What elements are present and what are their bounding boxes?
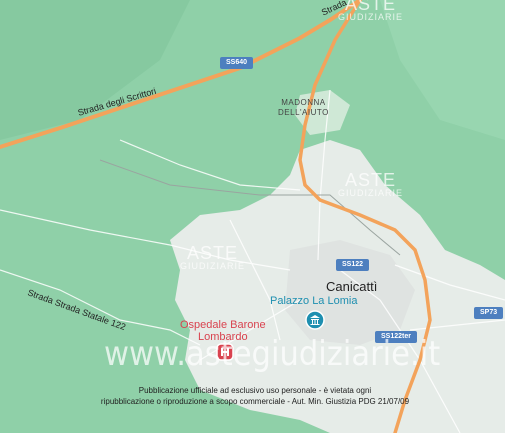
watermark-aste-top: ASTE GIUDIZIARIE [338, 0, 403, 22]
legal-notice-line2: ripubblicazione o riproduzione a scopo c… [100, 397, 410, 406]
watermark-aste-text: ASTE [345, 170, 397, 190]
place-label-madonna-line2: DELL'AIUTO [278, 108, 329, 117]
legal-notice-line1: Pubblicazione ufficiale ad esclusivo uso… [138, 386, 372, 395]
watermark-aste-left: ASTE GIUDIZIARIE [180, 243, 246, 271]
map-view[interactable]: Strada degli Scrittori Strada Strada Sta… [0, 0, 505, 433]
place-label-madonna: MADONNA DELL'AIUTO [278, 98, 329, 118]
watermark-giudiziarie-text: GIUDIZIARIE [338, 188, 404, 198]
route-shield-ss640: SS640 [220, 57, 254, 69]
poi-label-ospedale-line1: Ospedale Barone [180, 319, 266, 331]
place-label-madonna-line1: MADONNA [281, 98, 326, 107]
watermark-site-url: www.astegiudiziarie.it [104, 334, 441, 374]
watermark-giudiziarie-text: GIUDIZIARIE [180, 261, 246, 271]
poi-label-palazzo[interactable]: Palazzo La Lomia [270, 295, 357, 307]
route-shield-ss122: SS122 [336, 259, 370, 271]
watermark-aste-text: ASTE [187, 243, 239, 263]
route-shield-sp73: SP73 [474, 307, 504, 319]
museum-icon[interactable] [305, 310, 325, 330]
watermark-giudiziarie-text: GIUDIZIARIE [338, 12, 404, 22]
city-label-canicatti: Canicattì [326, 279, 378, 294]
legal-notice: Pubblicazione ufficiale ad esclusivo uso… [95, 385, 415, 407]
watermark-aste-middle: ASTE GIUDIZIARIE [338, 170, 404, 198]
